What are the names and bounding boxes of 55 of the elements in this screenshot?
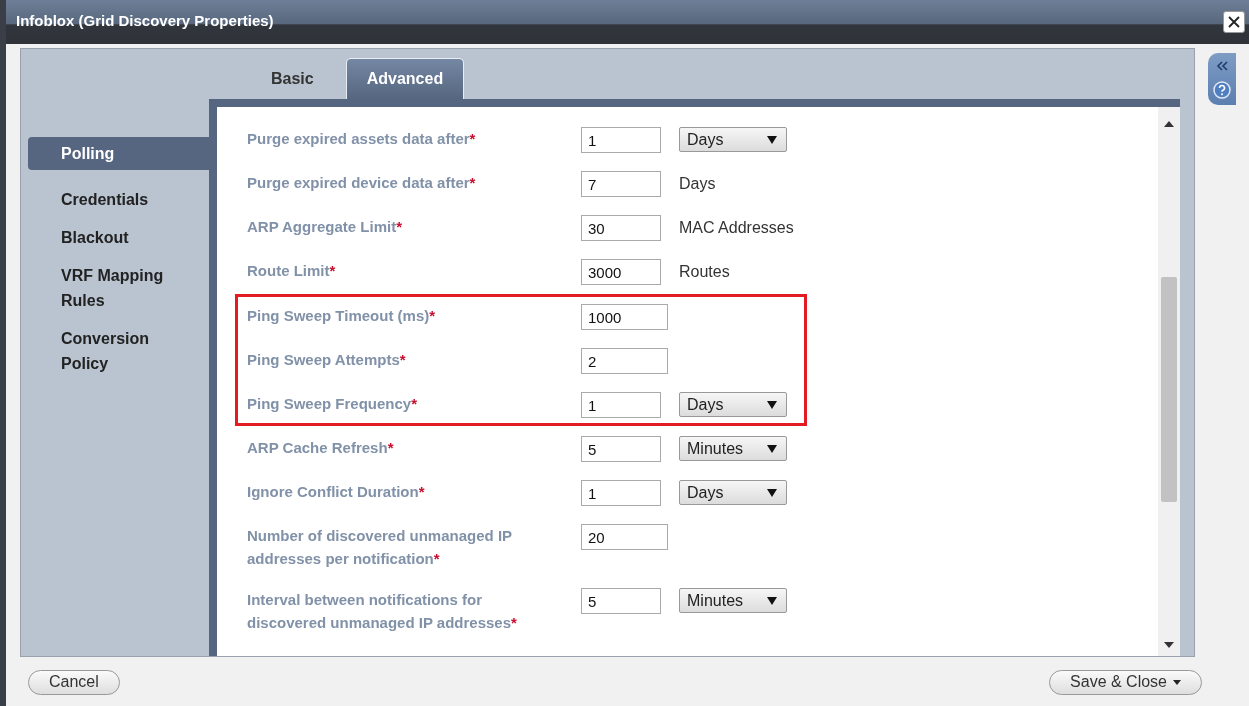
- window-title: Infoblox (Grid Discovery Properties): [16, 11, 274, 29]
- field-label: Ping Sweep Timeout (ms)*: [247, 306, 437, 326]
- save-button[interactable]: Save & Close: [1049, 669, 1202, 695]
- dropdown-arrow-icon: [767, 400, 777, 409]
- sidebar-item[interactable]: Blackout: [28, 225, 208, 263]
- field-label: Number of discovered unmanaged IP addresses per notification*: [247, 526, 513, 569]
- field-label: Interval between notifications for discovered unmanaged IP addresses*: [247, 590, 518, 633]
- field-label: Ping Sweep Attempts*: [247, 350, 407, 370]
- close-icon: [1227, 15, 1241, 29]
- input-field[interactable]: 20: [581, 524, 668, 550]
- dropdown-arrow-icon: [767, 596, 777, 605]
- input-field[interactable]: 3000: [581, 259, 661, 285]
- sidebar-item[interactable]: VRF Mapping Rules: [28, 263, 208, 326]
- input-field[interactable]: 1000: [581, 304, 668, 330]
- sidebar-item[interactable]: Conversion Policy: [28, 326, 208, 389]
- dropdown[interactable]: Days: [679, 392, 787, 417]
- input-field[interactable]: 7: [581, 171, 661, 197]
- field-label: Purge expired assets data after*: [247, 129, 477, 149]
- close-button[interactable]: [1223, 11, 1245, 33]
- caret-icon: [1173, 679, 1181, 685]
- input-field[interactable]: 1: [581, 127, 661, 153]
- dropdown[interactable]: Minutes: [679, 588, 787, 613]
- input-field[interactable]: 1: [581, 392, 661, 418]
- field-label: Purge expired device data after*: [247, 173, 477, 193]
- input-field[interactable]: 5: [581, 436, 661, 462]
- scroll-thumb[interactable]: [1161, 277, 1177, 502]
- help-panel-tab[interactable]: [1208, 53, 1236, 105]
- field-label: ARP Aggregate Limit*: [247, 217, 404, 237]
- collapse-icon[interactable]: [1215, 59, 1229, 72]
- input-field[interactable]: 1: [581, 480, 661, 506]
- sidebar-item[interactable]: Polling: [28, 137, 209, 170]
- input-field[interactable]: 30: [581, 215, 661, 241]
- scrollbar[interactable]: [1158, 107, 1180, 656]
- sidebar-item[interactable]: Credentials: [28, 187, 208, 225]
- dropdown-arrow-icon: [767, 135, 777, 144]
- unit-label: Routes: [679, 262, 731, 282]
- field-label: Route Limit*: [247, 261, 337, 281]
- scroll-up-icon[interactable]: [1164, 121, 1174, 127]
- dropdown[interactable]: Days: [679, 127, 787, 152]
- tab[interactable]: Advanced: [345, 58, 465, 99]
- unit-label: Days: [679, 174, 717, 194]
- dropdown-arrow-icon: [767, 488, 777, 497]
- scroll-down-icon[interactable]: [1164, 642, 1174, 648]
- unit-label: MAC Addresses: [679, 218, 795, 238]
- field-label: Ignore Conflict Duration*: [247, 482, 426, 502]
- dropdown[interactable]: Days: [679, 480, 787, 505]
- input-field[interactable]: 5: [581, 588, 661, 614]
- dropdown[interactable]: Minutes: [679, 436, 787, 461]
- help-icon[interactable]: [1213, 80, 1231, 99]
- tab[interactable]: Basic: [263, 59, 332, 99]
- cancel-button[interactable]: Cancel: [28, 669, 120, 695]
- input-field[interactable]: 2: [581, 348, 668, 374]
- field-label: Ping Sweep Frequency*: [247, 394, 419, 414]
- dropdown-arrow-icon: [767, 444, 777, 453]
- field-label: ARP Cache Refresh*: [247, 438, 395, 458]
